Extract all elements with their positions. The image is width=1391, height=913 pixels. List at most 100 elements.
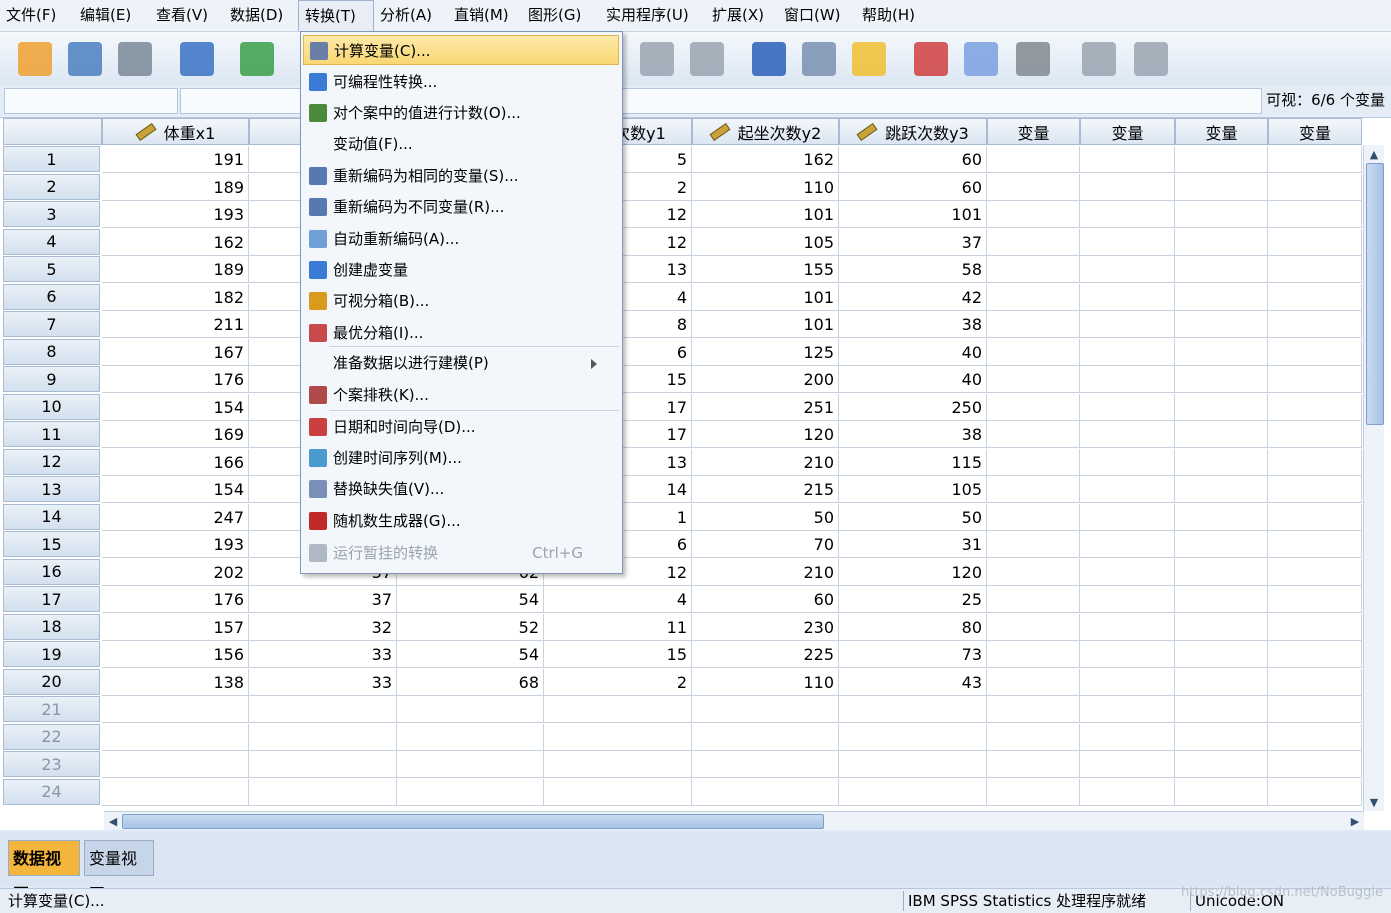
table-cell[interactable]: 210 [692,448,839,476]
table-cell[interactable]: 58 [839,256,987,283]
table-cell[interactable]: 37 [249,586,397,613]
table-cell[interactable] [1175,723,1268,751]
table-cell[interactable] [249,778,397,806]
table-cell[interactable] [102,723,249,751]
table-cell[interactable] [987,448,1080,476]
table-cell[interactable] [1268,503,1362,531]
table-cell[interactable]: 215 [692,476,839,503]
table-cell[interactable]: 101 [692,201,839,228]
menu-11[interactable]: 帮助(H) [856,0,928,31]
table-cell[interactable] [1175,668,1268,696]
table-cell[interactable]: 138 [102,668,249,696]
table-cell[interactable]: 110 [692,173,839,201]
table-cell[interactable] [1080,228,1175,256]
table-cell[interactable] [987,778,1080,806]
table-cell[interactable] [397,696,544,723]
table-cell[interactable] [1080,613,1175,641]
table-cell[interactable]: 154 [102,393,249,421]
column-header[interactable]: 变量 [1268,118,1362,145]
table-cell[interactable] [1175,146,1268,173]
row-header[interactable]: 16 [3,558,100,585]
table-cell[interactable]: 202 [102,558,249,586]
table-cell[interactable]: 189 [102,256,249,283]
table-cell[interactable] [1268,256,1362,283]
menu-10[interactable]: 窗口(W) [778,0,856,31]
table-cell[interactable] [987,476,1080,503]
table-cell[interactable]: 60 [692,586,839,613]
table-cell[interactable] [1268,476,1362,503]
table-cell[interactable] [102,696,249,723]
table-cell[interactable] [249,696,397,723]
table-cell[interactable] [1080,393,1175,421]
table-cell[interactable]: 182 [102,283,249,311]
table-cell[interactable]: 43 [839,668,987,696]
table-cell[interactable]: 40 [839,366,987,393]
table-cell[interactable] [987,228,1080,256]
table-cell[interactable] [987,283,1080,311]
table-cell[interactable] [397,723,544,751]
table-cell[interactable] [1175,366,1268,393]
table-cell[interactable] [692,778,839,806]
table-cell[interactable] [987,531,1080,558]
table-cell[interactable] [1175,228,1268,256]
table-cell[interactable]: 38 [839,311,987,338]
table-cell[interactable] [1080,503,1175,531]
table-cell[interactable]: 50 [839,503,987,531]
table-cell[interactable] [839,696,987,723]
table-cell[interactable] [1175,696,1268,723]
table-cell[interactable] [1080,751,1175,778]
transform-menu-item[interactable]: 随机数生成器(G)... [303,506,619,536]
table-cell[interactable] [1268,421,1362,448]
menu-7[interactable]: 图形(G) [522,0,600,31]
table-cell[interactable] [1268,283,1362,311]
menu-6[interactable]: 直销(M) [448,0,522,31]
table-cell[interactable] [1268,146,1362,173]
row-header[interactable]: 7 [3,311,100,337]
row-header[interactable]: 1 [3,146,100,172]
table-cell[interactable] [1175,448,1268,476]
table-cell[interactable]: 162 [692,146,839,173]
table-cell[interactable] [1080,256,1175,283]
cell-name-box[interactable] [4,88,178,114]
table-cell[interactable] [1080,338,1175,366]
table-cell[interactable] [1268,448,1362,476]
table-cell[interactable] [1080,421,1175,448]
table-cell[interactable] [1268,668,1362,696]
table-cell[interactable]: 31 [839,531,987,558]
menu-9[interactable]: 扩展(X) [706,0,778,31]
table-cell[interactable] [1268,696,1362,723]
table-cell[interactable] [1175,531,1268,558]
table-cell[interactable]: 230 [692,613,839,641]
table-cell[interactable] [1175,173,1268,201]
row-header[interactable]: 11 [3,421,100,447]
table-cell[interactable] [1080,778,1175,806]
table-cell[interactable] [1080,668,1175,696]
table-cell[interactable] [1175,778,1268,806]
row-header[interactable]: 19 [3,641,100,667]
table-cell[interactable]: 154 [102,476,249,503]
table-cell[interactable] [1268,586,1362,613]
table-cell[interactable]: 191 [102,146,249,173]
row-header[interactable]: 21 [3,696,100,722]
column-header[interactable]: 起坐次数y2 [692,118,839,145]
table-cell[interactable] [544,696,692,723]
table-cell[interactable] [1268,723,1362,751]
weight-cases-icon[interactable] [848,38,890,80]
print-icon[interactable] [114,38,156,80]
select-cases-icon[interactable] [910,38,952,80]
table-cell[interactable] [1268,778,1362,806]
table-cell[interactable] [692,723,839,751]
column-header[interactable]: 体重x1 [102,118,249,145]
table-cell[interactable]: 166 [102,448,249,476]
table-cell[interactable]: 211 [102,311,249,338]
vertical-scrollbar[interactable]: ▲ ▼ [1363,145,1384,811]
table-cell[interactable] [1175,503,1268,531]
table-cell[interactable]: 33 [249,641,397,668]
horizontal-scroll-thumb[interactable] [122,814,824,829]
menu-2[interactable]: 查看(V) [150,0,224,31]
table-cell[interactable] [1268,338,1362,366]
transform-menu-item[interactable]: 替换缺失值(V)... [303,474,619,504]
table-cell[interactable] [692,696,839,723]
table-cell[interactable]: 73 [839,641,987,668]
table-cell[interactable]: 105 [692,228,839,256]
